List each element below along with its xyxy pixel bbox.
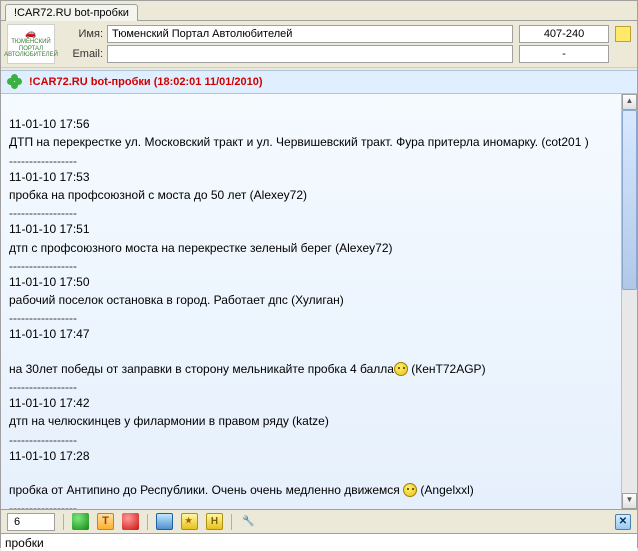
smiley-icon: [403, 483, 417, 497]
message-separator: -----------------: [9, 500, 613, 509]
message-separator: -----------------: [9, 258, 613, 274]
tab-chat[interactable]: !CAR72.RU bot-пробки: [5, 4, 138, 21]
email-field[interactable]: [107, 45, 513, 63]
message-text: рабочий поселок остановка в город. Работ…: [9, 292, 613, 308]
message-timestamp: 11-01-10 17:56: [9, 116, 613, 132]
status-red-icon[interactable]: [122, 513, 139, 530]
clover-icon: [7, 74, 23, 90]
email-label: Email:: [61, 48, 103, 60]
message-timestamp: 11-01-10 17:51: [9, 221, 613, 237]
name-label: Имя:: [61, 28, 103, 40]
settings-icon[interactable]: 🔧: [240, 513, 257, 530]
message-text: ДТП на перекрестке ул. Московский тракт …: [9, 134, 613, 150]
save-button[interactable]: [156, 513, 173, 530]
status-green-icon[interactable]: [72, 513, 89, 530]
message-text: дтп с профсоюзного моста на перекрестке …: [9, 240, 613, 256]
message-timestamp: 11-01-10 17:42: [9, 395, 613, 411]
note-icon[interactable]: [615, 26, 631, 42]
scroll-thumb[interactable]: [622, 110, 637, 290]
tab-bar: !CAR72.RU bot-пробки: [1, 1, 637, 21]
message-separator: -----------------: [9, 310, 613, 326]
favorite-button[interactable]: [181, 513, 198, 530]
avatar: 🚗 ТЮМЕНСКИЙ ПОРТАЛ АВТОЛЮБИТЕЛЕЙ: [7, 24, 55, 64]
smiley-icon: [394, 362, 408, 376]
message-input[interactable]: [1, 534, 637, 551]
text-format-button[interactable]: T: [97, 513, 114, 530]
message-timestamp: 11-01-10 17:50: [9, 274, 613, 290]
message-separator: -----------------: [9, 205, 613, 221]
name-field[interactable]: [107, 25, 513, 43]
scroll-down-button[interactable]: ▼: [622, 493, 637, 509]
message-timestamp: 11-01-10 17:28: [9, 448, 613, 464]
message-timestamp: 11-01-10 17:47: [9, 326, 613, 342]
message-separator: -----------------: [9, 432, 613, 448]
page-number-input[interactable]: [7, 513, 55, 531]
contact-info: 🚗 ТЮМЕНСКИЙ ПОРТАЛ АВТОЛЮБИТЕЛЕЙ Имя: Em…: [1, 21, 637, 67]
message-text: на 30лет победы от заправки в сторону ме…: [9, 345, 613, 377]
close-button[interactable]: ✕: [615, 514, 631, 530]
toolbar: T H 🔧 ✕: [1, 509, 637, 533]
uin-box: 407-240: [519, 25, 609, 43]
status-box: -: [519, 45, 609, 63]
message-text: дтп на челюскинцев у филармонии в правом…: [9, 413, 613, 429]
message-text: пробка на профсоюзной с моста до 50 лет …: [9, 187, 613, 203]
scroll-up-button[interactable]: ▲: [622, 94, 637, 110]
message-separator: -----------------: [9, 153, 613, 169]
message-timestamp: 11-01-10 17:53: [9, 169, 613, 185]
message-separator: -----------------: [9, 379, 613, 395]
input-area: [1, 533, 637, 551]
chat-title: !CAR72.RU bot-пробки (18:02:01 11/01/201…: [29, 76, 263, 88]
scroll-track[interactable]: [622, 110, 637, 493]
message-text: пробка от Антипино до Республики. Очень …: [9, 466, 613, 498]
scrollbar[interactable]: ▲ ▼: [621, 94, 637, 509]
history-button[interactable]: H: [206, 513, 223, 530]
chat-header: !CAR72.RU bot-пробки (18:02:01 11/01/201…: [1, 70, 637, 93]
message-area: 11-01-10 17:56 ДТП на перекрестке ул. Мос…: [1, 94, 621, 509]
